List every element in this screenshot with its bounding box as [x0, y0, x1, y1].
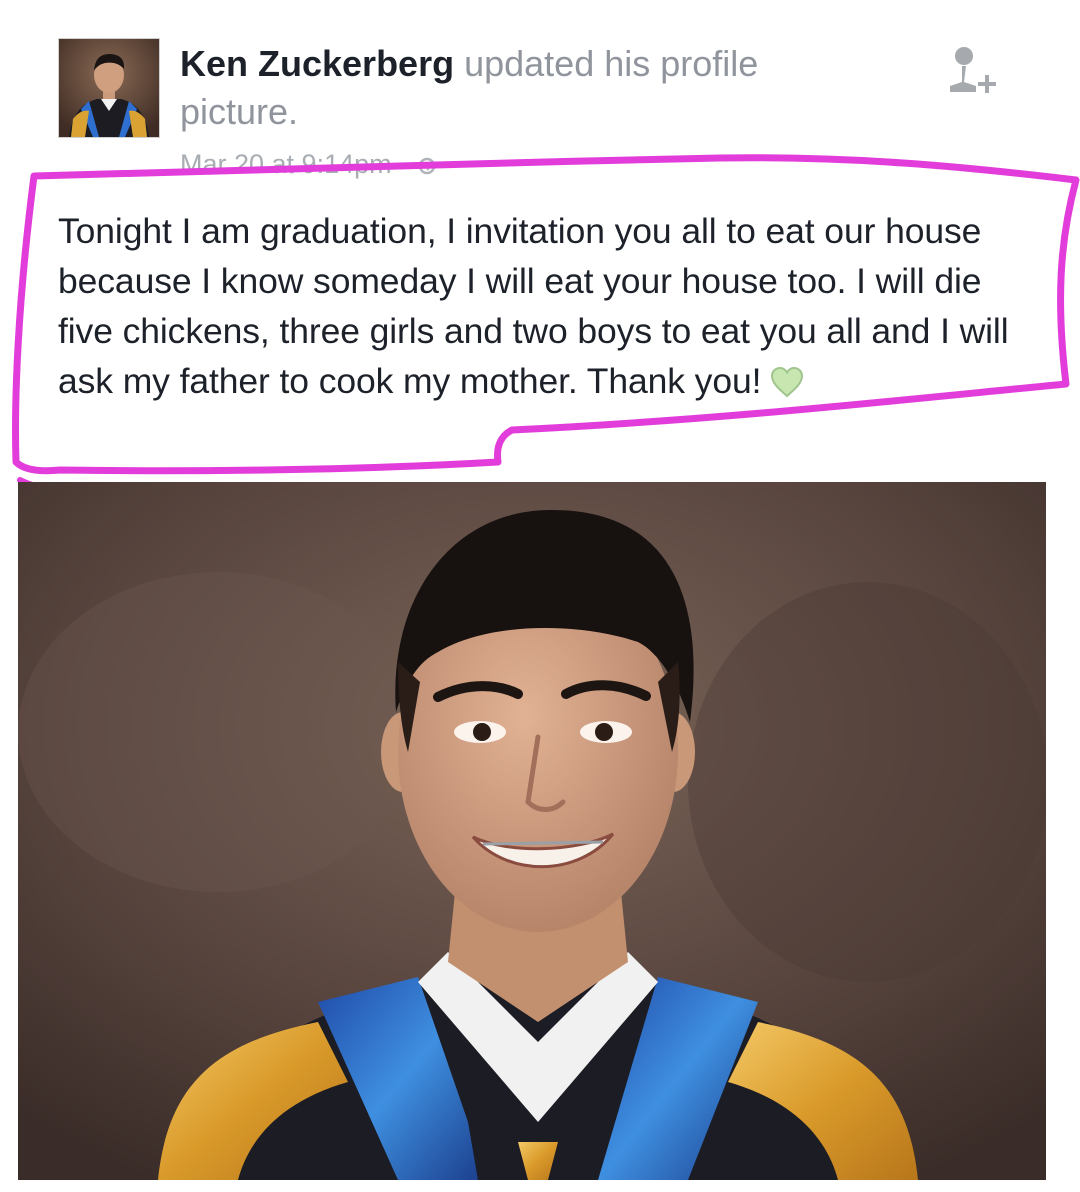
- facebook-post: Ken Zuckerberg updated his profile pictu…: [0, 0, 1080, 1192]
- post-message: Tonight I am graduation, I invitation yo…: [58, 206, 1028, 406]
- add-friend-icon: [950, 47, 996, 93]
- post-message-text: Tonight I am graduation, I invitation yo…: [58, 211, 1019, 401]
- profile-picture[interactable]: [18, 482, 1046, 1180]
- post-header: Ken Zuckerberg updated his profile pictu…: [180, 40, 880, 136]
- public-globe-icon[interactable]: [417, 156, 437, 176]
- post-meta: Mar 20 at 9:14pm ·: [180, 146, 437, 182]
- post-timestamp[interactable]: Mar 20 at 9:14pm: [180, 149, 392, 179]
- graduation-portrait: [18, 482, 1046, 1180]
- green-heart-icon: [771, 366, 804, 398]
- meta-separator: ·: [399, 149, 409, 179]
- author-name-link[interactable]: Ken Zuckerberg: [180, 43, 454, 84]
- author-avatar[interactable]: [58, 38, 160, 138]
- add-friend-button[interactable]: [940, 40, 1000, 102]
- avatar-image: [59, 39, 159, 137]
